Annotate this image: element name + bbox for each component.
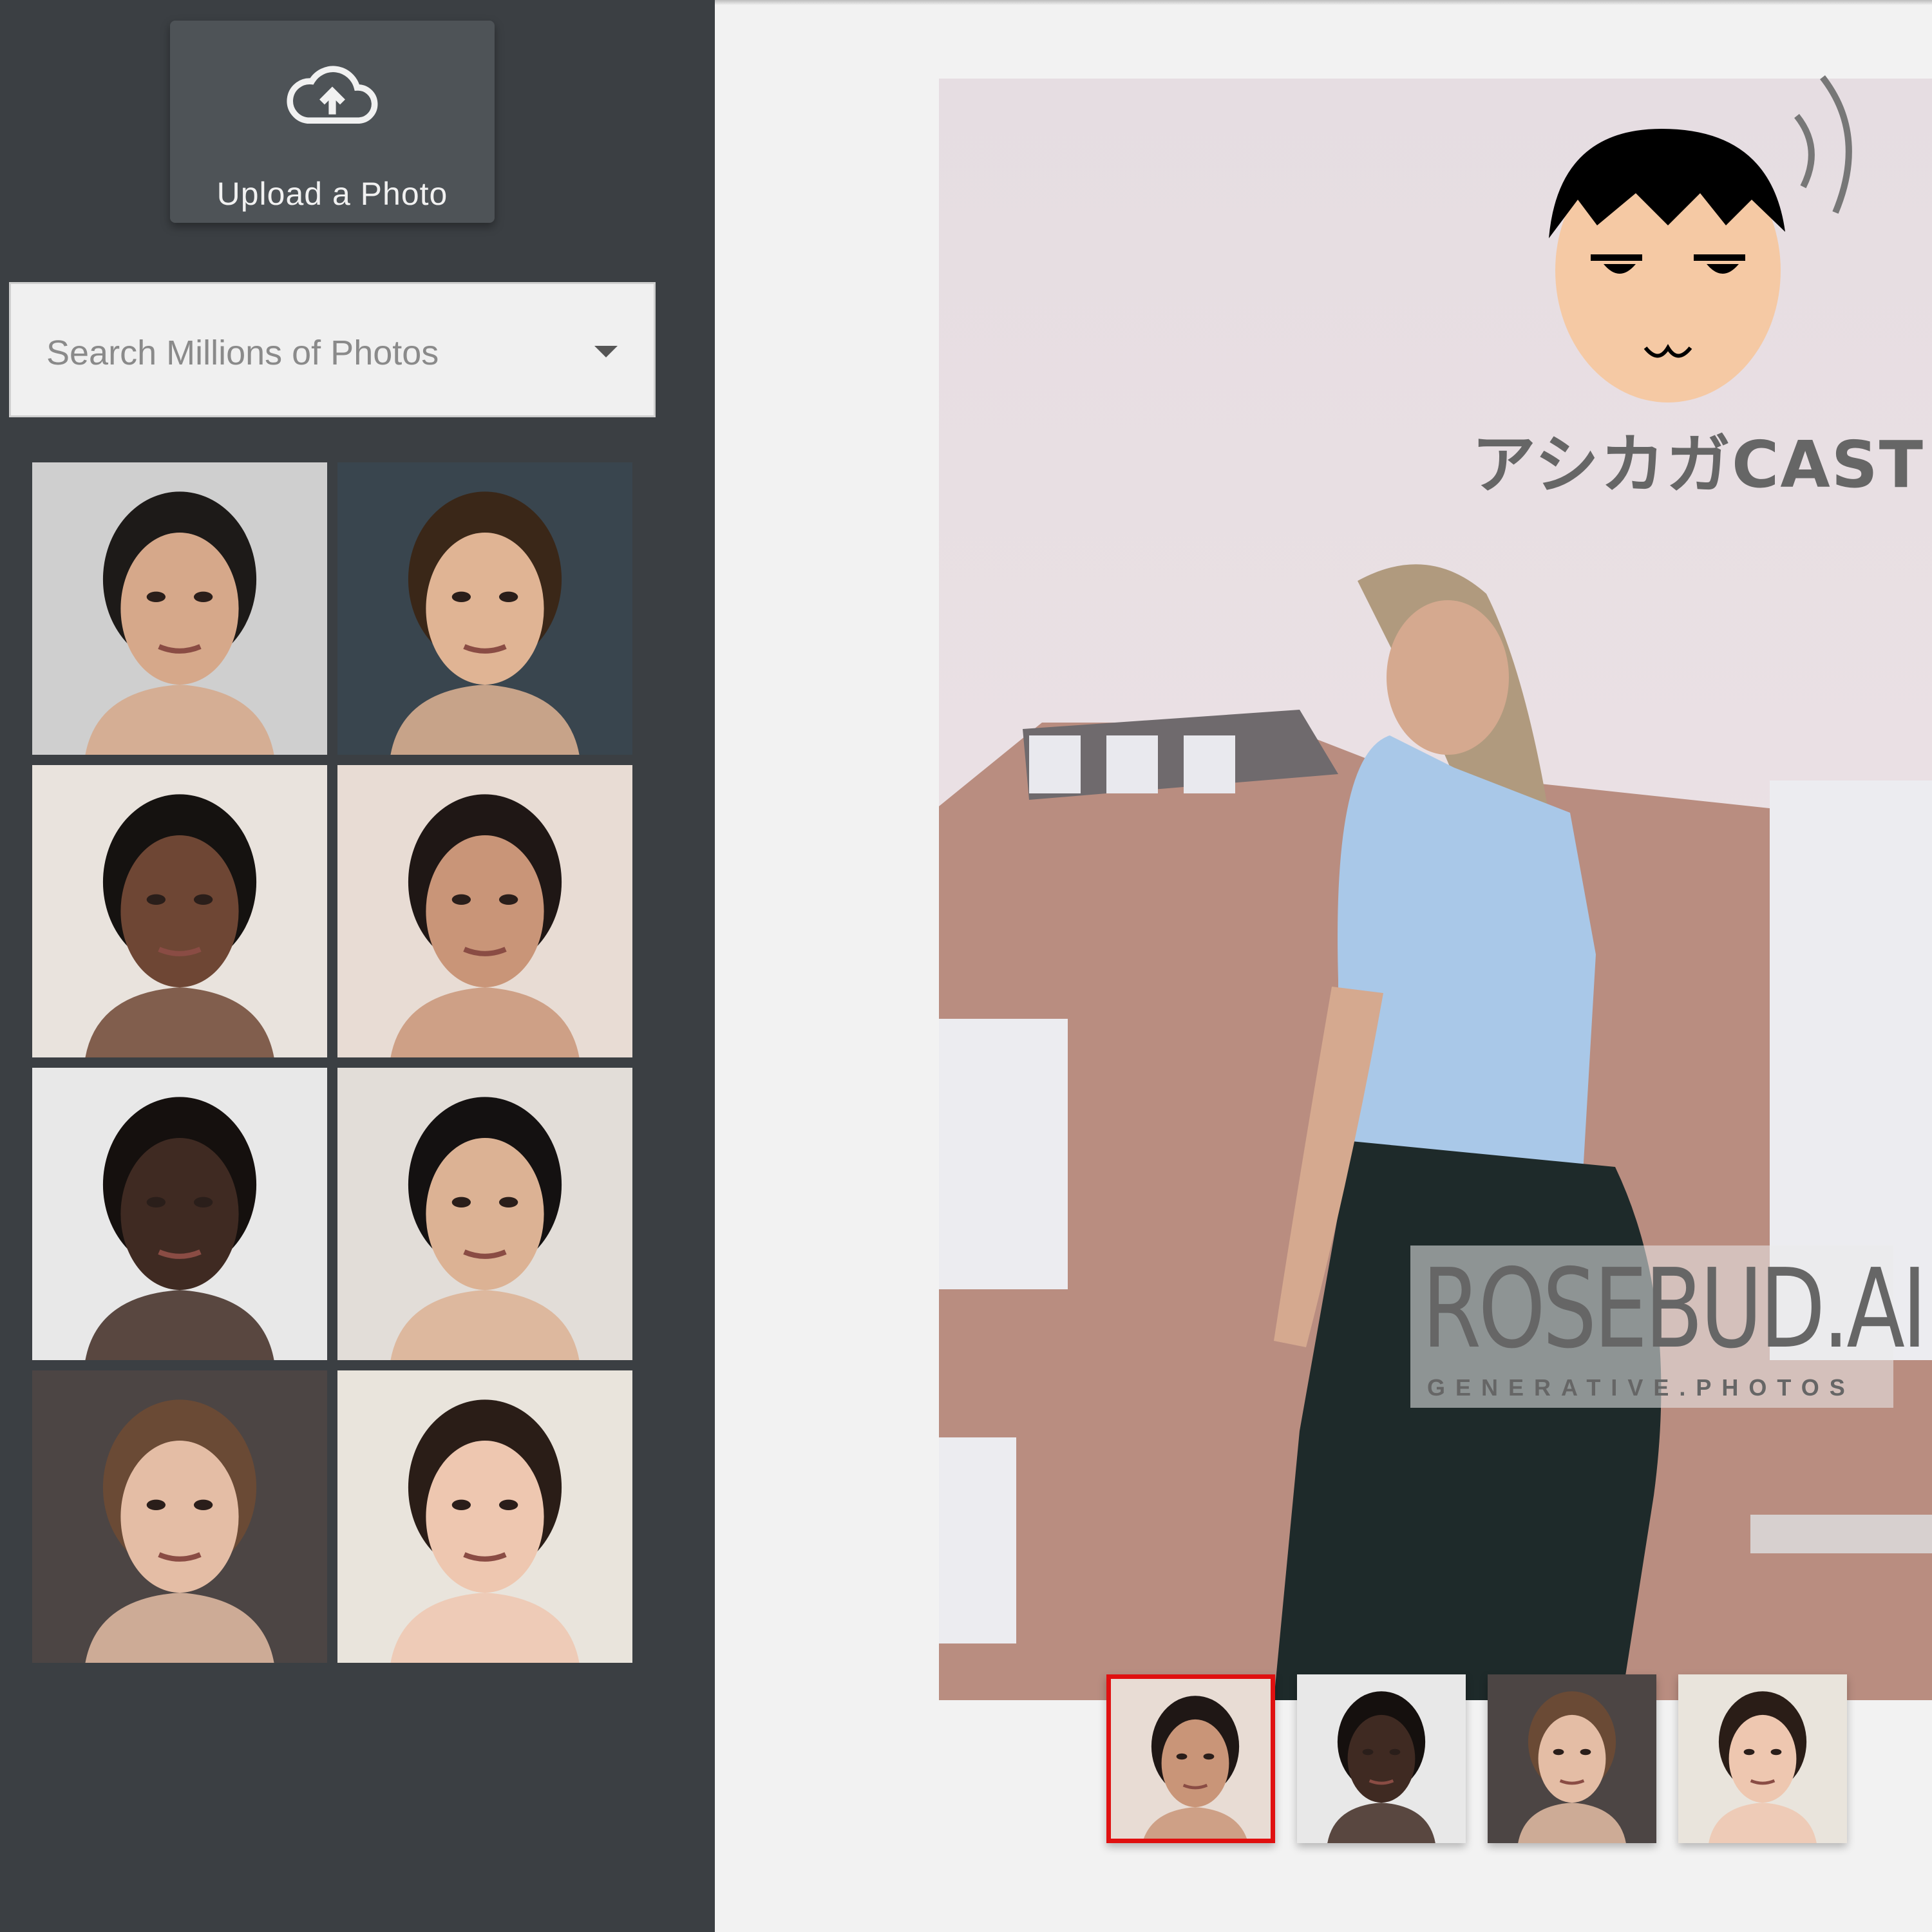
face-tile[interactable] xyxy=(32,462,327,755)
upload-photo-button[interactable]: Upload a Photo xyxy=(170,21,495,223)
portrait-image xyxy=(1111,1679,1271,1839)
portrait-image xyxy=(32,1068,327,1360)
chevron-down-icon[interactable] xyxy=(594,346,618,357)
watermark-brand: ROSEBUD.AI xyxy=(1422,1245,1927,1373)
portrait-image xyxy=(32,462,327,755)
search-placeholder: Search Millions of Photos xyxy=(46,334,439,372)
thumbnail[interactable] xyxy=(1488,1674,1656,1843)
watermark-tagline: GENERATIVE.PHOTOS xyxy=(1427,1374,1855,1401)
portrait-image xyxy=(1297,1674,1466,1843)
top-divider xyxy=(715,0,1932,5)
thumbnail[interactable] xyxy=(1678,1674,1847,1843)
face-tile[interactable] xyxy=(337,765,632,1057)
portrait-image xyxy=(337,765,632,1057)
watermark: ROSEBUD.AI GENERATIVE.PHOTOS xyxy=(1410,1245,1927,1408)
upload-photo-label: Upload a Photo xyxy=(216,176,448,212)
search-photos-dropdown[interactable]: Search Millions of Photos xyxy=(9,282,656,417)
portrait-image xyxy=(32,765,327,1057)
sidebar: Upload a Photo Search Millions of Photos xyxy=(0,0,715,1932)
face-tile[interactable] xyxy=(337,1068,632,1360)
portrait-image xyxy=(337,1068,632,1360)
cloud-upload-icon xyxy=(287,66,378,124)
mascot-logo-text: アシカガCAST xyxy=(1472,427,1925,502)
thumbnail-selected[interactable] xyxy=(1106,1674,1275,1843)
face-tile[interactable] xyxy=(337,1370,632,1663)
face-tile[interactable] xyxy=(32,1370,327,1663)
face-tile[interactable] xyxy=(32,765,327,1057)
portrait-image xyxy=(32,1370,327,1663)
thumbnail[interactable] xyxy=(1297,1674,1466,1843)
portrait-image xyxy=(337,1370,632,1663)
portrait-image xyxy=(1678,1674,1847,1843)
face-tile[interactable] xyxy=(32,1068,327,1360)
portrait-image xyxy=(337,462,632,755)
face-tile[interactable] xyxy=(337,462,632,755)
mascot-logo xyxy=(1549,75,1852,402)
portrait-image xyxy=(1488,1674,1656,1843)
